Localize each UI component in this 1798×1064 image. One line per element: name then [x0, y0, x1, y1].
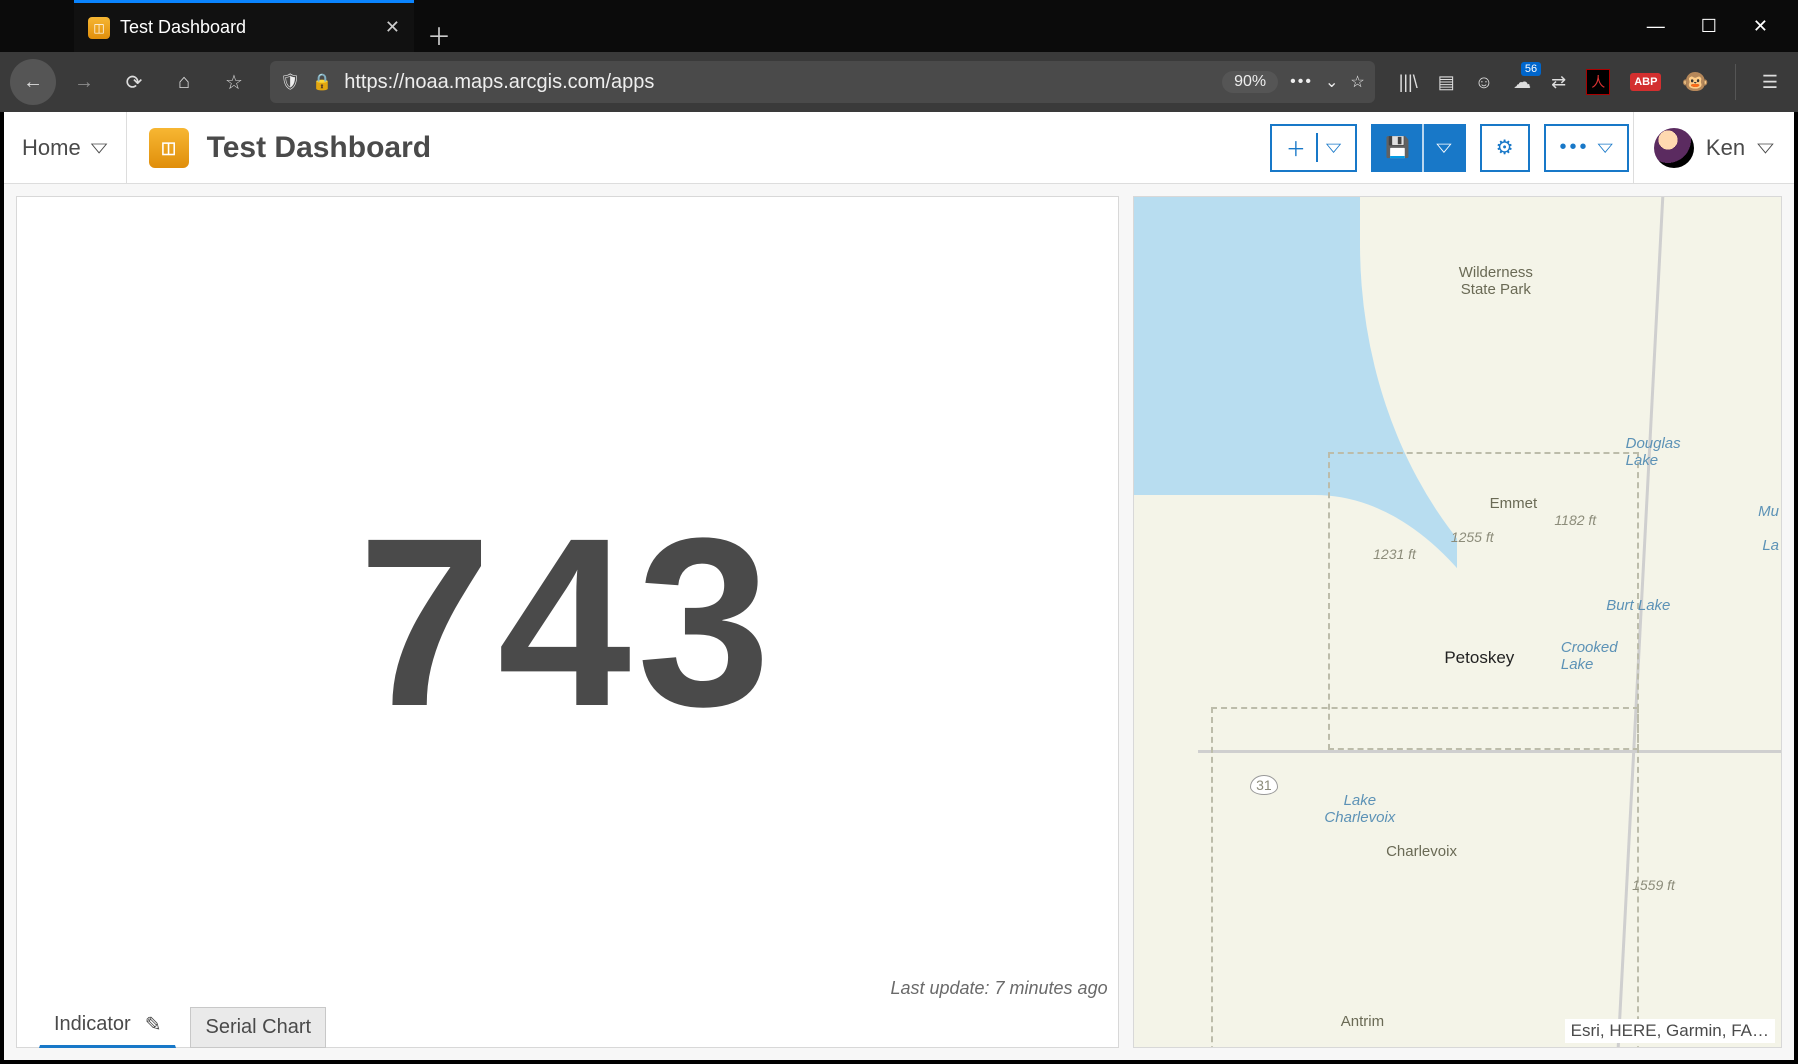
- chevron-down-icon: ▽: [1598, 140, 1613, 155]
- home-label: Home: [22, 135, 81, 161]
- edit-icon[interactable]: ✎: [145, 1012, 162, 1037]
- map-label-emmet: Emmet: [1490, 495, 1538, 512]
- nav-reload-icon[interactable]: ⟳: [112, 60, 156, 104]
- zoom-level[interactable]: 90%: [1222, 71, 1278, 93]
- avatar: [1654, 128, 1694, 168]
- map-attribution: Esri, HERE, Garmin, FA…: [1565, 1019, 1775, 1043]
- save-icon: 💾: [1385, 135, 1410, 160]
- indicator-value: 743: [358, 484, 776, 760]
- map-label-burt-lake: Burt Lake: [1606, 597, 1670, 614]
- plus-icon: ＋: [1286, 133, 1318, 162]
- page-actions-icon[interactable]: •••: [1290, 73, 1313, 91]
- map-canvas[interactable]: Wilderness State Park Emmet Petoskey Cha…: [1134, 197, 1781, 1047]
- tab-label: Indicator: [54, 1013, 131, 1036]
- chevron-down-icon: ▽: [1326, 140, 1341, 155]
- settings-button[interactable]: ⚙: [1480, 124, 1530, 172]
- map-elev-1182: 1182 ft: [1554, 512, 1596, 528]
- map-label-charlevoix: Charlevoix: [1386, 843, 1457, 860]
- browser-chrome: Test Dashboard ✕ ＋ — ☐ ✕ ← → ⟳ ⌂ ☆ 🛡 🔒 h…: [0, 0, 1798, 112]
- url-text: https://noaa.maps.arcgis.com/apps: [344, 71, 1210, 94]
- window-titlebar: Test Dashboard ✕ ＋ — ☐ ✕: [0, 0, 1798, 52]
- map-elev-1231: 1231 ft: [1373, 546, 1416, 562]
- url-bar[interactable]: 🛡 🔒 https://noaa.maps.arcgis.com/apps 90…: [270, 61, 1375, 103]
- brand: ◫ Test Dashboard: [127, 128, 454, 168]
- reader-icon[interactable]: ▤: [1438, 72, 1455, 93]
- map-label-crooked-lake: Crooked Lake: [1561, 639, 1621, 673]
- ellipsis-icon: •••: [1560, 136, 1590, 159]
- tab-label: Serial Chart: [205, 1016, 311, 1039]
- star-icon[interactable]: ☆: [1350, 72, 1364, 92]
- map-panel[interactable]: Wilderness State Park Emmet Petoskey Cha…: [1133, 196, 1782, 1048]
- window-minimize-icon[interactable]: —: [1647, 16, 1665, 37]
- window-maximize-icon[interactable]: ☐: [1701, 16, 1717, 37]
- user-name: Ken: [1706, 135, 1745, 161]
- chevron-down-icon: ▽: [91, 140, 108, 156]
- map-county-border: [1211, 707, 1638, 1048]
- user-menu[interactable]: Ken ▽: [1633, 112, 1794, 183]
- header-actions: ＋ ▽ 💾 ▽ ⚙ ••• ▽: [1270, 124, 1633, 172]
- indicator-panel[interactable]: 743 Last update: 7 minutes ago Indicator…: [16, 196, 1119, 1048]
- map-label-mullet-lake-cut: Mu: [1758, 503, 1779, 520]
- gear-icon: ⚙: [1496, 135, 1514, 160]
- new-tab-button[interactable]: ＋: [414, 17, 464, 52]
- last-update-text: Last update: 7 minutes ago: [890, 978, 1107, 999]
- chevron-down-icon: ▽: [1757, 140, 1774, 156]
- weather-ext-icon[interactable]: ☁56: [1513, 72, 1531, 93]
- map-road-shield-31: 31: [1250, 775, 1278, 795]
- browser-navbar: ← → ⟳ ⌂ ☆ 🛡 🔒 https://noaa.maps.arcgis.c…: [0, 52, 1798, 112]
- nav-back-icon[interactable]: ←: [10, 59, 56, 105]
- map-label-douglas-lake: Douglas Lake: [1626, 435, 1686, 469]
- library-icon[interactable]: |||\: [1399, 72, 1418, 93]
- tampermonkey-ext-icon[interactable]: 🐵: [1681, 69, 1708, 95]
- workspace: 743 Last update: 7 minutes ago Indicator…: [4, 184, 1794, 1060]
- pdf-ext-icon[interactable]: 人: [1586, 69, 1610, 95]
- window-close-icon[interactable]: ✕: [1753, 16, 1768, 37]
- window-controls: — ☐ ✕: [1617, 0, 1798, 52]
- add-element-button[interactable]: ＋ ▽: [1270, 124, 1357, 172]
- nav-home-icon[interactable]: ⌂: [162, 60, 206, 104]
- map-label-wilderness: Wilderness State Park: [1451, 265, 1541, 298]
- map-county-border: [1328, 452, 1639, 750]
- app-header: Home ▽ ◫ Test Dashboard ＋ ▽ 💾 ▽ ⚙ ••• ▽: [4, 112, 1794, 184]
- browser-tab-active[interactable]: Test Dashboard ✕: [74, 0, 414, 52]
- tab-strip: Test Dashboard ✕ ＋: [0, 0, 1617, 52]
- toolbar-extensions: |||\ ▤ ☺ ☁56 ⇄ 人 ABP 🐵 ☰: [1389, 64, 1788, 100]
- indicator-body: 743: [17, 197, 1118, 1047]
- toolbar-separator: [1735, 64, 1736, 100]
- map-elev-1255: 1255 ft: [1451, 529, 1494, 545]
- chevron-down-icon: ▽: [1436, 140, 1451, 155]
- nav-bookmark-icon[interactable]: ☆: [212, 60, 256, 104]
- panel-tabs: Indicator ✎ Serial Chart: [39, 1003, 326, 1048]
- map-label-mullet-lake-cut2: La: [1762, 537, 1779, 554]
- map-label-petoskey: Petoskey: [1444, 648, 1514, 668]
- save-button[interactable]: 💾 ▽: [1371, 124, 1465, 172]
- lock-icon[interactable]: 🔒: [312, 72, 332, 92]
- home-dropdown[interactable]: Home ▽: [4, 112, 127, 183]
- sync-ext-icon[interactable]: ⇄: [1551, 72, 1566, 93]
- tab-indicator[interactable]: Indicator ✎: [39, 1003, 176, 1048]
- page-title: Test Dashboard: [207, 131, 432, 165]
- map-elev-1559: 1559 ft: [1632, 877, 1675, 893]
- more-options-button[interactable]: ••• ▽: [1544, 124, 1629, 172]
- tracking-shield-icon[interactable]: 🛡: [280, 72, 300, 92]
- map-label-antrim: Antrim: [1341, 1013, 1384, 1030]
- dashboard-logo-icon: ◫: [149, 128, 189, 168]
- pocket-icon[interactable]: ⌄: [1325, 72, 1338, 92]
- tab-title: Test Dashboard: [120, 17, 246, 38]
- map-label-lake-charlevoix: Lake Charlevoix: [1315, 792, 1405, 826]
- abp-ext-icon[interactable]: ABP: [1630, 73, 1661, 91]
- account-icon[interactable]: ☺: [1475, 72, 1493, 93]
- tab-close-icon[interactable]: ✕: [385, 17, 400, 38]
- nav-forward-icon[interactable]: →: [62, 60, 106, 104]
- hamburger-menu-icon[interactable]: ☰: [1762, 72, 1778, 93]
- tab-serial-chart[interactable]: Serial Chart: [190, 1007, 326, 1048]
- app-root: Home ▽ ◫ Test Dashboard ＋ ▽ 💾 ▽ ⚙ ••• ▽: [0, 112, 1798, 1064]
- tab-favicon-icon: [88, 17, 110, 39]
